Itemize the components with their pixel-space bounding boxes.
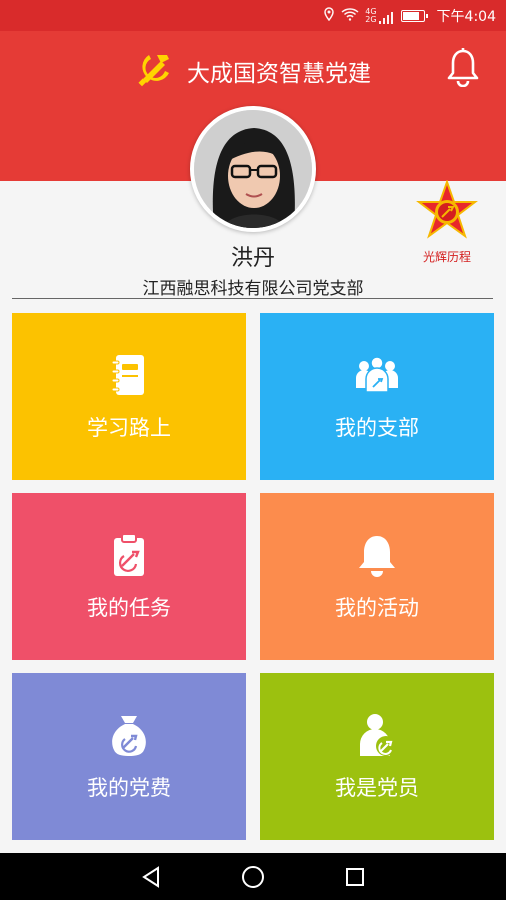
recents-square-icon (346, 867, 364, 886)
tile-branch[interactable]: 我的支部 (260, 313, 494, 480)
tile-dues-label: 我的党费 (87, 775, 171, 800)
tile-activities-label: 我的活动 (335, 595, 419, 620)
notebook-icon (111, 354, 144, 395)
tile-dues[interactable]: 我的党费 (12, 673, 246, 840)
money-bag-icon (112, 715, 146, 756)
home-button[interactable] (238, 862, 268, 892)
signal-icon: 4G 2G (365, 7, 394, 24)
notification-bell-icon[interactable] (446, 47, 480, 88)
page-title: 大成国资智慧党建 (187, 61, 371, 87)
party-member-icon (360, 713, 396, 756)
back-triangle-icon (142, 865, 159, 888)
home-circle-icon (242, 865, 264, 888)
tile-activities[interactable]: 我的活动 (260, 493, 494, 660)
location-icon (323, 7, 335, 24)
avatar[interactable] (190, 106, 316, 232)
tile-study-label: 学习路上 (87, 415, 171, 440)
tile-tasks-label: 我的任务 (87, 595, 171, 620)
bell-icon (359, 535, 395, 577)
battery-icon (400, 9, 428, 22)
status-time: 下午4:04 (436, 8, 496, 25)
star-medal-icon (416, 178, 478, 239)
task-clipboard-icon (114, 532, 144, 576)
party-emblem-icon (135, 49, 175, 93)
organization-name: 江西融思科技有限公司党支部 (142, 279, 364, 299)
divider (12, 298, 493, 299)
wifi-icon (341, 7, 359, 24)
tile-branch-label: 我的支部 (335, 415, 419, 440)
system-nav-bar (0, 853, 506, 900)
members-group-icon (356, 355, 398, 393)
tile-member[interactable]: 我是党员 (260, 673, 494, 840)
status-bar: 4G 2G 下午4:04 (0, 0, 506, 31)
back-button[interactable] (136, 862, 166, 892)
tile-tasks[interactable]: 我的任务 (12, 493, 246, 660)
tile-member-label: 我是党员 (335, 775, 419, 800)
header-title-row: 大成国资智慧党建 (0, 49, 506, 93)
user-name: 洪丹 (230, 246, 275, 271)
tile-study[interactable]: 学习路上 (12, 313, 246, 480)
recents-button[interactable] (340, 862, 370, 892)
